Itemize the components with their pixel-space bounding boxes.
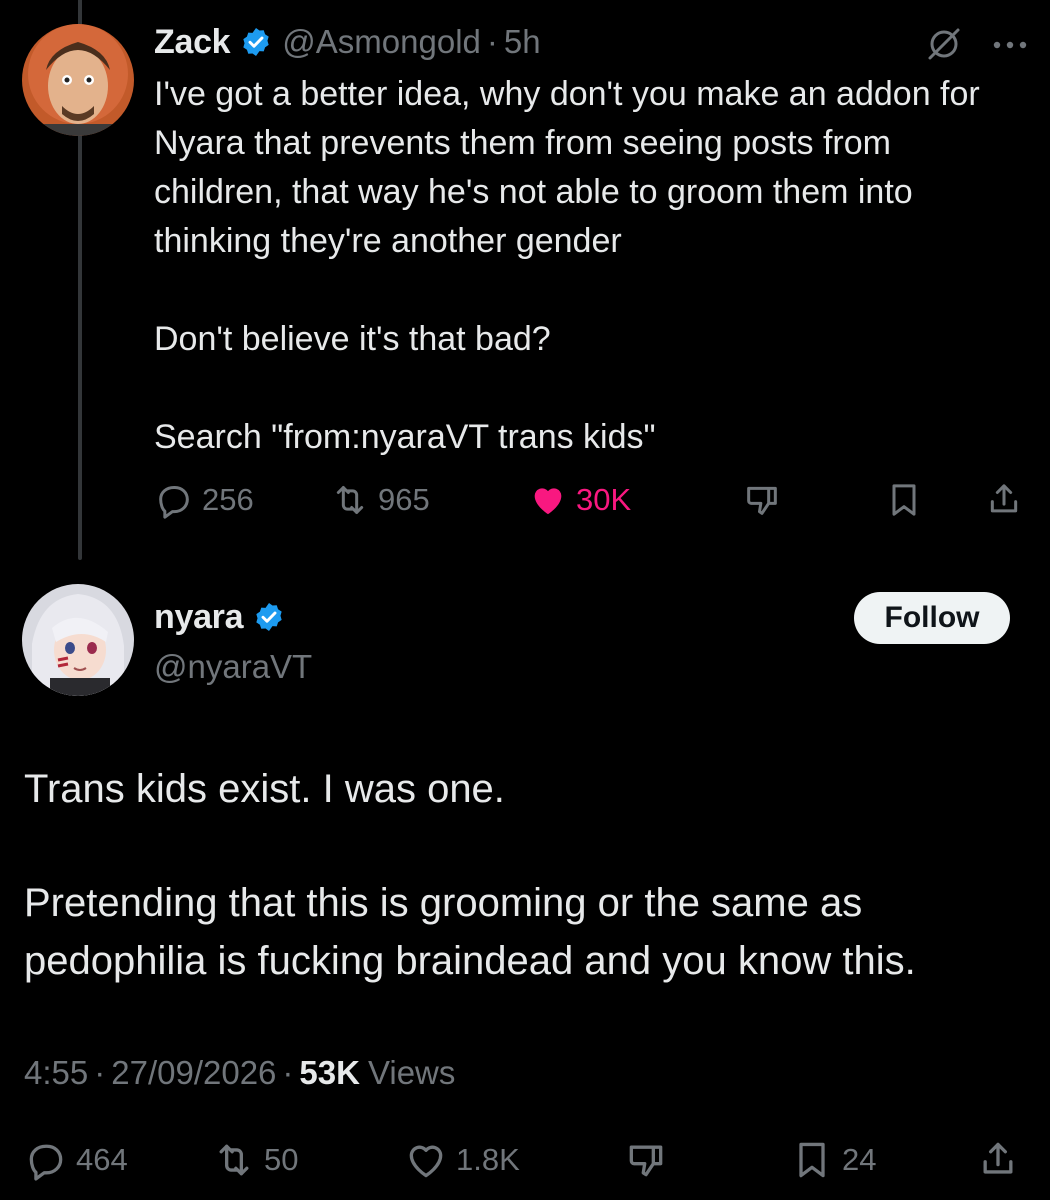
repost-count: 50 [264, 1142, 299, 1177]
heart-outline-icon [409, 1145, 443, 1178]
nyara-avatar[interactable] [22, 584, 134, 696]
parent-tweet-time[interactable]: 5h [504, 23, 541, 61]
reply-count: 464 [76, 1142, 128, 1177]
repost-count: 965 [378, 482, 430, 517]
thumbs-down-icon [629, 1145, 663, 1177]
views-count[interactable]: 53K [299, 1054, 360, 1092]
share-button[interactable] [984, 480, 1032, 520]
like-button[interactable]: 30K [528, 480, 631, 520]
tweet-time[interactable]: 4:55 [24, 1054, 88, 1092]
reply-button[interactable]: 464 [24, 1138, 128, 1182]
repost-button[interactable]: 50 [212, 1138, 298, 1182]
share-icon [983, 1142, 1013, 1174]
reply-icon [159, 486, 189, 519]
dislike-button[interactable] [624, 1138, 676, 1182]
like-button[interactable]: 1.8K [404, 1138, 520, 1182]
tweet-meta: 4:55 · 27/09/2026 · 53K Views [24, 1054, 455, 1092]
thumbs-down-icon [747, 486, 777, 515]
parent-author-name[interactable]: Zack [154, 23, 231, 62]
main-tweet-text: Trans kids exist. I was one. Pretending … [24, 760, 1024, 1046]
reply-count: 256 [202, 482, 254, 517]
verified-badge-icon [253, 601, 285, 633]
parent-tweet-top-icons [926, 26, 1028, 67]
main-tweet-actions: 464 50 1.8K 24 [24, 1134, 1024, 1184]
main-tweet-header: nyara @nyaraVT [154, 592, 312, 686]
tweet-date[interactable]: 27/09/2026 [111, 1054, 276, 1092]
separator-dot: · [94, 1054, 106, 1091]
parent-tweet-header: Zack @Asmongold · 5h [154, 22, 541, 62]
bookmark-icon [799, 1142, 825, 1178]
share-button[interactable] [976, 1138, 1028, 1182]
main-tweet-paragraph: Trans kids exist. I was one. [24, 767, 505, 811]
separator-dot: · [486, 23, 498, 60]
verified-badge-icon [240, 26, 272, 58]
follow-button[interactable]: Follow [854, 592, 1010, 644]
like-count: 1.8K [456, 1142, 520, 1177]
reply-icon [29, 1144, 63, 1181]
parent-tweet-actions: 256 965 30K [154, 474, 1024, 524]
share-icon [990, 484, 1018, 513]
main-author-name[interactable]: nyara [154, 598, 244, 637]
reply-button[interactable]: 256 [154, 480, 254, 520]
main-tweet-paragraph: Pretending that this is grooming or the … [24, 881, 916, 983]
bookmark-icon [892, 484, 916, 516]
repost-button[interactable]: 965 [330, 480, 430, 520]
more-options-icon[interactable] [992, 38, 1028, 56]
zack-avatar[interactable] [22, 24, 134, 136]
separator-dot: · [282, 1054, 294, 1091]
bookmark-button[interactable]: 24 [790, 1138, 876, 1182]
views-label: Views [367, 1054, 456, 1091]
heart-filled-icon [534, 488, 562, 515]
bookmark-count: 24 [842, 1142, 877, 1177]
repost-icon [219, 1144, 249, 1176]
bookmark-button[interactable] [884, 480, 932, 520]
main-author-handle[interactable]: @nyaraVT [154, 648, 312, 686]
dislike-button[interactable] [742, 480, 790, 520]
like-count: 30K [576, 482, 632, 517]
repost-icon [336, 486, 364, 514]
parent-tweet-text: I've got a better idea, why don't you ma… [154, 75, 980, 456]
grok-icon[interactable] [926, 26, 962, 67]
parent-author-handle[interactable]: @Asmongold [282, 23, 481, 61]
